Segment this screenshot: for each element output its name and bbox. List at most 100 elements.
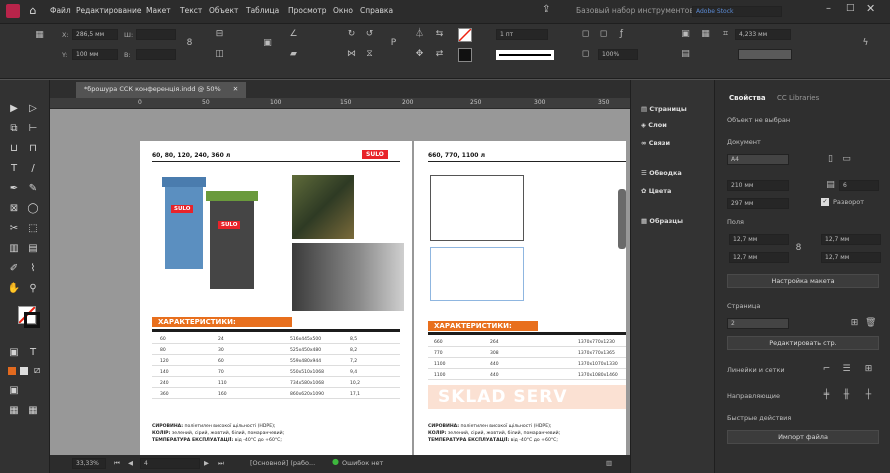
gradient-tool-icon[interactable]: ▥ (7, 242, 21, 256)
horizontal-ruler[interactable]: 0 50 100 150 200 250 300 350 (50, 98, 630, 109)
content-placer-icon[interactable]: ⊓ (26, 142, 40, 156)
show-guides-icon[interactable]: ╪ (821, 390, 832, 401)
frame-fit-icon[interactable]: ◻ (580, 29, 591, 40)
path-type-icon[interactable]: P (388, 38, 399, 49)
hand-tool-icon[interactable]: ✋ (7, 282, 21, 296)
corner-icon[interactable]: ⌗ (720, 29, 731, 40)
panel-color[interactable]: ✿ Цвета (641, 184, 713, 198)
direct-selection-tool-icon[interactable]: ▷ (26, 102, 40, 116)
stock-search-input[interactable]: Adobe Stock (692, 6, 782, 17)
type-tool-icon[interactable]: T (7, 162, 21, 176)
smart-guides-icon[interactable]: ┼ (863, 390, 874, 401)
menu-layout[interactable]: Макет (146, 6, 171, 15)
shear-icon[interactable]: ▰ (288, 49, 299, 60)
rectangle-frame-tool-icon[interactable]: ⊠ (7, 202, 21, 216)
baseline-grid-icon[interactable]: ☰ (841, 364, 852, 375)
panel-swatches[interactable]: ▦ Образцы (641, 214, 713, 228)
edit-page-button[interactable]: Редактировать стр. (727, 336, 879, 350)
margin-bottom-field[interactable]: 12,7 мм (729, 252, 789, 263)
first-page-icon[interactable]: ⏮ (114, 459, 120, 468)
pages-count-field[interactable]: 6 (839, 180, 879, 191)
doc-width-field[interactable]: 210 мм (727, 180, 789, 191)
scale-x-icon[interactable]: ⊟ (214, 29, 225, 40)
panel-pages[interactable]: ▤ Страницы (641, 102, 713, 116)
free-transform-tool-icon[interactable]: ⬚ (26, 222, 40, 236)
page-field[interactable]: 4 (140, 458, 200, 469)
delete-page-icon[interactable]: 🗑 (865, 318, 876, 329)
prev-page-icon[interactable]: ◀ (128, 459, 133, 467)
select-prev-icon[interactable]: ⇄ (434, 49, 445, 60)
page-select[interactable]: 2 (727, 318, 789, 329)
scroll-right-icon[interactable]: ▥ (606, 459, 612, 467)
zoom-tool-icon[interactable]: ⚲ (26, 282, 40, 296)
document-grid-icon[interactable]: ⊞ (863, 364, 874, 375)
landscape-icon[interactable]: ▭ (841, 154, 852, 165)
document-tab[interactable]: *брошура ССК конференція.indd @ 50% ✕ (76, 82, 247, 98)
selection-tool-icon[interactable]: ▶ (7, 102, 21, 116)
opacity-field[interactable]: 100% (598, 49, 638, 60)
preview-mode-icon[interactable]: ▦ (26, 404, 40, 418)
corner-size-field[interactable]: 4,233 мм (735, 29, 791, 40)
menu-type[interactable]: Текст (180, 6, 202, 15)
select-next-icon[interactable]: ⇆ (434, 29, 445, 40)
x-field[interactable]: 286,5 мм (72, 29, 118, 40)
flip-v-icon[interactable]: ⧖ (364, 49, 375, 60)
lock-guides-icon[interactable]: ╫ (841, 390, 852, 401)
menu-file[interactable]: Файл (50, 6, 71, 15)
fx-icon[interactable]: ƒ (616, 29, 627, 40)
fitting-icon[interactable]: ▣ (680, 29, 691, 40)
height-field[interactable] (136, 49, 176, 60)
maximize-icon[interactable]: □ (846, 3, 855, 13)
opacity-icon[interactable]: ◻ (580, 49, 591, 60)
gap-tool-icon[interactable]: ⊢ (26, 122, 40, 136)
zoom-field[interactable]: 33,33% (72, 458, 106, 469)
facing-pages-checkbox[interactable]: ✓ (821, 198, 829, 206)
tab-properties[interactable]: Свойства (729, 94, 766, 102)
empty-frame-1[interactable] (430, 175, 524, 241)
doc-height-field[interactable]: 297 мм (727, 198, 789, 209)
formatting-container-icon[interactable]: ▣ (7, 346, 21, 360)
fit-content-icon[interactable]: ▦ (700, 29, 711, 40)
page-size-select[interactable]: A4 (727, 154, 789, 165)
view-mode-icon[interactable]: ▦ (7, 404, 21, 418)
pen-tool-icon[interactable]: ✒ (7, 182, 21, 196)
flip-h-icon[interactable]: ⋈ (346, 49, 357, 60)
formatting-text-icon[interactable]: T (26, 346, 40, 360)
gradient-feather-tool-icon[interactable]: ▤ (26, 242, 40, 256)
note-tool-icon[interactable]: ✐ (7, 262, 21, 276)
scissors-tool-icon[interactable]: ✂ (7, 222, 21, 236)
tab-close-icon[interactable]: ✕ (233, 85, 238, 93)
menu-object[interactable]: Объект (209, 6, 238, 15)
next-page-icon[interactable]: ▶ (204, 459, 209, 467)
align-icon[interactable]: ▤ (680, 49, 691, 60)
panel-links[interactable]: ∞ Связи (641, 136, 713, 150)
share-icon[interactable]: ⇪ (542, 4, 550, 15)
vertical-scrollbar[interactable] (618, 189, 626, 249)
transform-icon[interactable]: ▣ (262, 38, 273, 49)
margin-top-field[interactable]: 12,7 мм (729, 234, 789, 245)
constrain-link-icon[interactable]: 8 (184, 38, 195, 49)
portrait-icon[interactable]: ▯ (825, 154, 836, 165)
last-page-icon[interactable]: ⏭ (218, 459, 224, 468)
master-page-label[interactable]: [Основной] (рабо... (250, 459, 315, 467)
margin-outside-field[interactable]: 12,7 мм (821, 252, 881, 263)
street-photo[interactable] (292, 243, 404, 311)
scale-y-icon[interactable]: ◫ (214, 49, 225, 60)
margin-link-icon[interactable]: 8 (793, 243, 804, 254)
width-field[interactable] (136, 29, 176, 40)
ellipse-tool-icon[interactable]: ◯ (26, 202, 40, 216)
import-file-button[interactable]: Импорт файла (727, 430, 879, 444)
apply-none-icon[interactable]: ⧄ (30, 364, 44, 378)
frame-icon[interactable]: ◻ (598, 29, 609, 40)
select-content-icon[interactable]: ✥ (414, 49, 425, 60)
rotate-icon[interactable]: ∠ (288, 29, 299, 40)
apply-color-icon[interactable] (8, 367, 16, 375)
panel-layers[interactable]: ◈ Слои (641, 118, 713, 132)
page-tool-icon[interactable]: ⧉ (7, 122, 21, 136)
apply-gradient-icon[interactable] (20, 367, 28, 375)
eyedropper-tool-icon[interactable]: ⌇ (26, 262, 40, 276)
workspace-switcher[interactable]: Базовый набор инструментов (576, 6, 694, 15)
select-container-icon[interactable]: ⏃ (414, 29, 425, 40)
reference-point-icon[interactable]: ▦ (34, 30, 45, 41)
garden-photo[interactable] (292, 175, 354, 239)
